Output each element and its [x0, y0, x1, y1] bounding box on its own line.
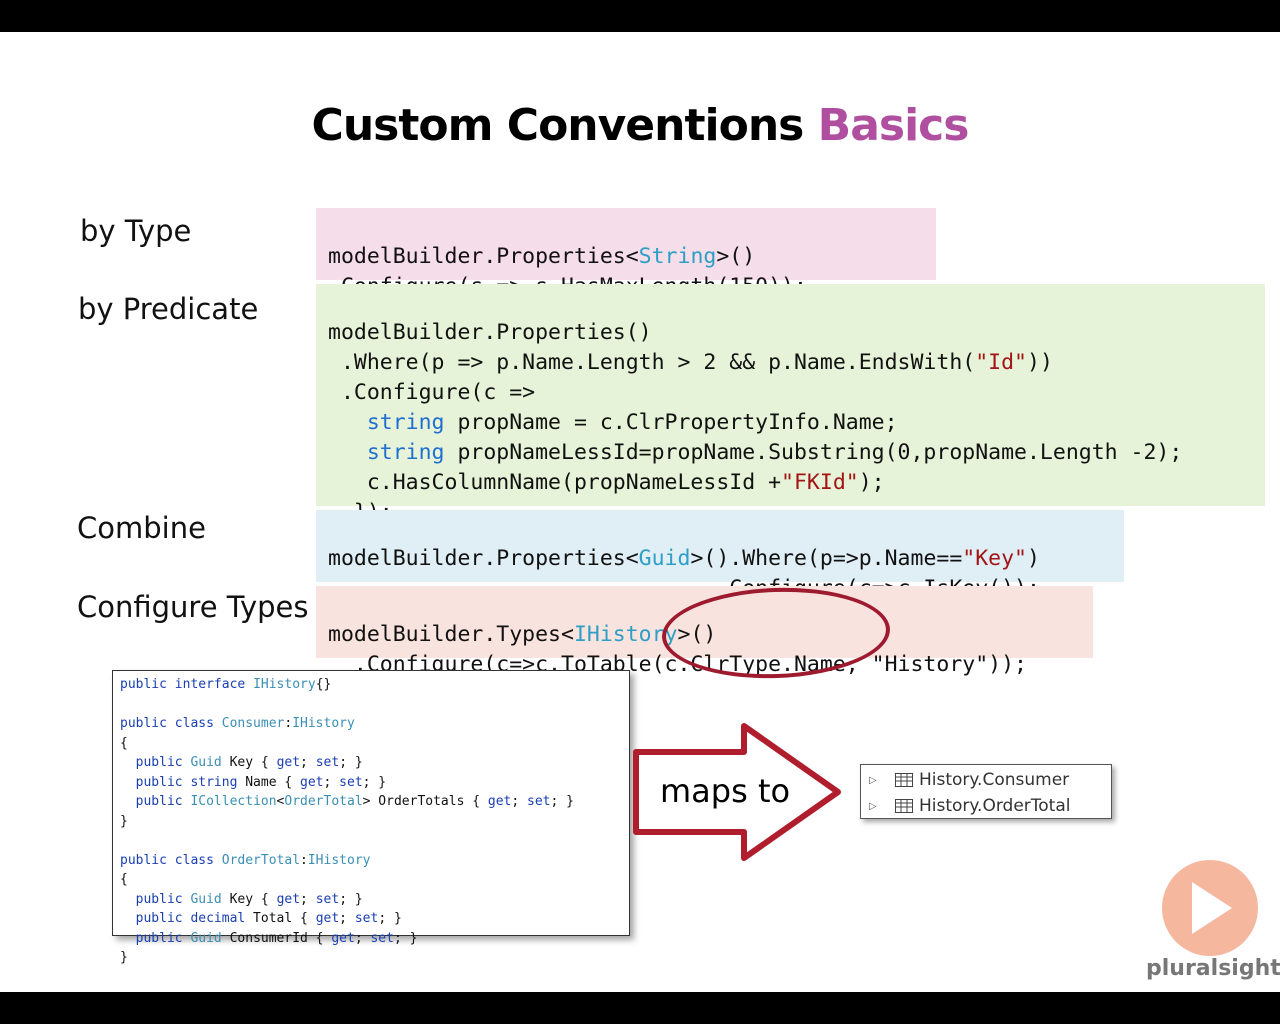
code-line: modelBuilder.Properties<Guid>().Where(p=…: [328, 546, 1040, 571]
tree-item-label: History.Consumer: [919, 770, 1070, 790]
code-by-type: modelBuilder.Properties<String>().Config…: [316, 208, 936, 299]
title-accent: Basics: [817, 100, 970, 151]
pluralsight-logo: pluralsight: [1146, 956, 1280, 981]
class-code-panel: public interface IHistory{} public class …: [112, 670, 630, 965]
code-line: modelBuilder.Properties(): [328, 320, 652, 345]
title-main: Custom Conventions: [311, 100, 818, 151]
tree-item-label: History.OrderTotal: [919, 796, 1071, 816]
code-by-predicate: modelBuilder.Properties() .Where(p => p.…: [316, 284, 1265, 525]
code-line: modelBuilder.Properties<String>(): [328, 244, 756, 269]
expand-caret-icon[interactable]: ▷: [869, 801, 895, 812]
label-configure-types: Configure Types: [77, 590, 309, 624]
table-icon: [895, 799, 913, 813]
table-tree: ▷ History.Consumer ▷ History.OrderTotal: [860, 764, 1112, 819]
code-line: string propNameLessId=propName.Substring…: [328, 440, 1183, 465]
top-letterbox: [0, 0, 1280, 32]
play-triangle-icon: [1192, 882, 1232, 934]
label-combine: Combine: [77, 511, 206, 545]
code-line: string propName = c.ClrPropertyInfo.Name…: [328, 410, 898, 435]
arrow-label: maps to: [660, 772, 791, 810]
slide-title: Custom Conventions Basics: [0, 100, 1280, 151]
code-line: .Where(p => p.Name.Length > 2 && p.Name.…: [328, 350, 1053, 375]
label-by-predicate: by Predicate: [78, 292, 259, 326]
tree-item-history-ordertotal[interactable]: ▷ History.OrderTotal: [869, 793, 1111, 819]
bottom-letterbox: [0, 992, 1280, 1024]
tree-item-history-consumer[interactable]: ▷ History.Consumer: [869, 767, 1111, 793]
code-line: c.HasColumnName(propNameLessId +"FKId");: [328, 470, 885, 495]
expand-caret-icon[interactable]: ▷: [869, 775, 895, 786]
label-by-type: by Type: [80, 214, 192, 248]
table-icon: [895, 773, 913, 787]
code-line: .Configure(c =>: [328, 380, 536, 405]
code-combine: modelBuilder.Properties<Guid>().Where(p=…: [316, 510, 1124, 601]
